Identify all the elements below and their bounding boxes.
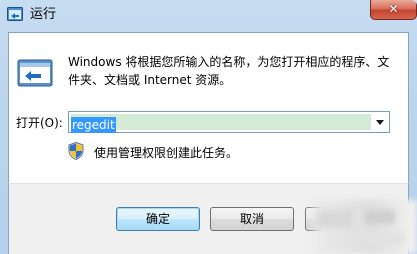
watermark-mark-a xyxy=(317,210,353,228)
run-app-icon xyxy=(7,7,23,21)
open-combobox[interactable]: regedit xyxy=(68,111,390,133)
ok-button[interactable]: 确定 xyxy=(116,207,200,231)
watermark-blur xyxy=(305,200,417,254)
open-input-value: regedit xyxy=(71,117,116,133)
cancel-button[interactable]: 取消 xyxy=(210,207,294,231)
window-title: 运行 xyxy=(30,7,57,22)
dropdown-arrow-icon[interactable] xyxy=(374,117,386,127)
watermark-mark-b xyxy=(365,210,395,224)
title-bar[interactable]: 运行 ✕ xyxy=(0,0,417,32)
close-button[interactable]: ✕ xyxy=(370,0,417,20)
watermark-mark-c xyxy=(345,232,405,244)
run-program-icon xyxy=(17,59,53,87)
run-dialog: 运行 ✕ Windows 将根据您所输入的名称，为您打开相应的程序、文件夹、文档… xyxy=(0,0,417,254)
dialog-description: Windows 将根据您所输入的名称，为您打开相应的程序、文件夹、文档或 Int… xyxy=(68,55,390,87)
open-label: 打开(O): xyxy=(16,116,63,130)
uac-shield-icon xyxy=(68,142,84,160)
open-input[interactable]: regedit xyxy=(71,114,371,133)
close-icon: ✕ xyxy=(388,2,399,16)
admin-note-text: 使用管理权限创建此任务。 xyxy=(94,146,239,160)
